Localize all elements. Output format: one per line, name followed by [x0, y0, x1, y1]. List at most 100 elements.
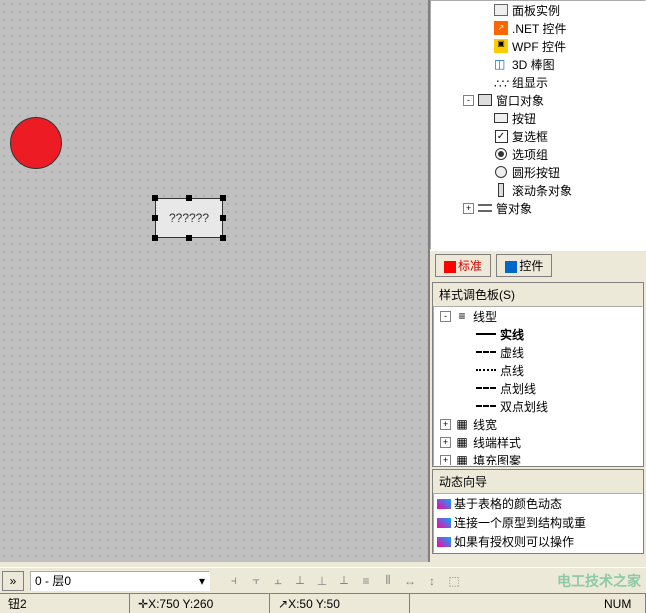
tree-label: 圆形按钮 — [512, 164, 560, 181]
tab-controls[interactable]: 控件 — [496, 254, 552, 277]
lines-icon: ≡ — [454, 308, 470, 324]
tree-expander[interactable]: - — [440, 311, 451, 322]
tree-item[interactable]: ◫3D 棒图 — [431, 55, 645, 73]
tab-standard[interactable]: 标准 — [435, 254, 491, 277]
wizard-item[interactable]: 如果有授权则可以操作 — [434, 532, 642, 551]
wizard-list[interactable]: 基于表格的颜色动态连接一个原型到结构或重如果有授权则可以操作填充对象 — [433, 493, 643, 553]
tree-item[interactable]: 选项组 — [431, 145, 645, 163]
tree-item[interactable]: ✓复选框 — [431, 127, 645, 145]
wizard-title: 动态向导 — [433, 470, 643, 493]
tree-label: 窗口对象 — [496, 92, 544, 109]
tree-item[interactable]: +▦线端样式 — [434, 433, 642, 451]
status-bar: 钮2 ✛ X:750 Y:260 ↗ X:50 Y:50 NUM — [0, 593, 646, 613]
tree-expander[interactable]: + — [440, 437, 451, 448]
align-top-icon[interactable]: ⟂ — [290, 571, 310, 591]
tree-item[interactable]: 面板实例 — [431, 1, 645, 19]
align-center-icon[interactable]: ⫟ — [246, 571, 266, 591]
tree-item[interactable]: ∴∵组显示 — [431, 73, 645, 91]
wizard-icon — [437, 537, 451, 547]
tree-expander[interactable]: + — [463, 203, 474, 214]
tree-label: .NET 控件 — [512, 20, 566, 37]
status-coord1: ✛ X:750 Y:260 — [130, 594, 270, 613]
wizard-item[interactable]: 填充对象 — [434, 551, 642, 553]
tree-item[interactable]: ↗.NET 控件 — [431, 19, 645, 37]
tree-item[interactable]: -≡线型 — [434, 307, 642, 325]
align-middle-icon[interactable]: ⊥ — [312, 571, 332, 591]
right-panel: 面板实例↗.NET 控件▣WPF 控件◫3D 棒图∴∵组显示 - 窗口对象按钮✓复选… — [430, 0, 646, 595]
tree-label: 选项组 — [512, 146, 548, 163]
resize-handle[interactable] — [186, 235, 192, 241]
tree-label: WPF 控件 — [512, 38, 566, 55]
layer-selector[interactable]: 0 - 层0 ▾ — [30, 571, 210, 591]
watermark: 电工技术之家 — [557, 571, 641, 591]
dotnet-icon: ↗ — [493, 20, 509, 36]
status-coord2: ↗ X:50 Y:50 — [270, 594, 410, 613]
tree-label: 管对象 — [496, 200, 532, 217]
expand-button[interactable]: » — [2, 571, 24, 591]
same-width-icon[interactable]: ↔ — [400, 571, 420, 591]
same-size-icon[interactable]: ⬚ — [444, 571, 464, 591]
tree-label: 3D 棒图 — [512, 56, 555, 73]
line-sample-icon — [476, 333, 496, 335]
tree-item[interactable]: ▣WPF 控件 — [431, 37, 645, 55]
line-style-item[interactable]: 实线 — [434, 325, 642, 343]
radio-icon — [493, 146, 509, 162]
tree-item[interactable]: +▦线宽 — [434, 415, 642, 433]
tree-label: 复选框 — [512, 128, 548, 145]
align-left-icon[interactable]: ⫞ — [224, 571, 244, 591]
pipe-icon — [477, 200, 493, 216]
object-text: ?????? — [156, 199, 222, 237]
tree-item[interactable]: +▦填充图案 — [434, 451, 642, 466]
checkbox-icon: ✓ — [493, 128, 509, 144]
tree-expander[interactable]: + — [440, 455, 451, 466]
line-style-item[interactable]: 虚线 — [434, 343, 642, 361]
status-object: 钮2 — [0, 594, 130, 613]
roundbtn-icon — [493, 164, 509, 180]
3d-icon: ◫ — [493, 56, 509, 72]
line-style-item[interactable]: 点线 — [434, 361, 642, 379]
tree-item[interactable]: 滚动条对象 — [431, 181, 645, 199]
red-circle-shape[interactable] — [10, 117, 62, 169]
wizard-icon — [437, 499, 451, 509]
resize-handle[interactable] — [152, 195, 158, 201]
line-sample-icon — [476, 351, 496, 353]
tree-item[interactable]: 按钮 — [431, 109, 645, 127]
resize-handle[interactable] — [152, 215, 158, 221]
wizard-item[interactable]: 基于表格的颜色动态 — [434, 494, 642, 513]
resize-handle[interactable] — [220, 235, 226, 241]
distribute-v-icon[interactable]: ⦀ — [378, 571, 398, 591]
tree-label: 滚动条对象 — [512, 182, 572, 199]
scroll-icon — [493, 182, 509, 198]
wizard-panel: 动态向导 基于表格的颜色动态连接一个原型到结构或重如果有授权则可以操作填充对象 — [432, 469, 644, 554]
align-right-icon[interactable]: ⫠ — [268, 571, 288, 591]
panel-icon — [493, 2, 509, 18]
bottom-toolbar: » 0 - 层0 ▾ ⫞ ⫟ ⫠ ⟂ ⊥ ⟂ ≡ ⦀ ↔ ↕ ⬚ — [0, 567, 646, 593]
distribute-h-icon[interactable]: ≡ — [356, 571, 376, 591]
group-icon: ∴∵ — [493, 74, 509, 90]
line-style-item[interactable]: 点划线 — [434, 379, 642, 397]
line-sample-icon — [476, 369, 496, 371]
tree-item[interactable]: + 管对象 — [431, 199, 645, 217]
alignment-toolbar: ⫞ ⫟ ⫠ ⟂ ⊥ ⟂ ≡ ⦀ ↔ ↕ ⬚ — [224, 571, 464, 591]
wizard-icon — [437, 518, 451, 528]
align-bottom-icon[interactable]: ⟂ — [334, 571, 354, 591]
window-icon — [477, 92, 493, 108]
tree-item[interactable]: 圆形按钮 — [431, 163, 645, 181]
wizard-item[interactable]: 连接一个原型到结构或重 — [434, 513, 642, 532]
pattern-icon: ▦ — [454, 452, 470, 466]
tree-item[interactable]: - 窗口对象 — [431, 91, 645, 109]
style-tree[interactable]: -≡线型实线虚线点线点划线双点划线+▦线宽+▦线端样式+▦填充图案 — [433, 306, 643, 466]
line-style-item[interactable]: 双点划线 — [434, 397, 642, 415]
resize-handle[interactable] — [220, 195, 226, 201]
style-palette-title: 样式调色板(S) — [433, 283, 643, 306]
selected-object[interactable]: ?????? — [155, 198, 223, 238]
tree-expander[interactable]: + — [440, 419, 451, 430]
button-icon — [493, 110, 509, 126]
resize-handle[interactable] — [152, 235, 158, 241]
canvas-workspace[interactable]: ?????? — [0, 0, 430, 562]
resize-handle[interactable] — [220, 215, 226, 221]
same-height-icon[interactable]: ↕ — [422, 571, 442, 591]
tree-expander[interactable]: - — [463, 95, 474, 106]
object-tree[interactable]: 面板实例↗.NET 控件▣WPF 控件◫3D 棒图∴∵组显示 - 窗口对象按钮✓复选… — [430, 0, 646, 250]
resize-handle[interactable] — [186, 195, 192, 201]
